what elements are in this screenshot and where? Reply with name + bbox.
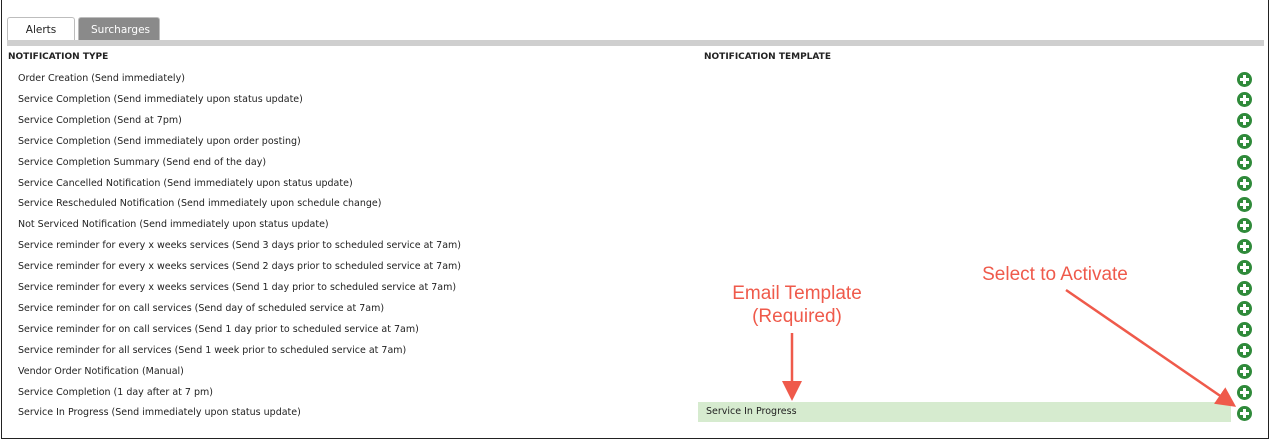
arrow-to-add-button bbox=[1065, 288, 1237, 407]
annotation-arrows bbox=[782, 288, 1237, 407]
